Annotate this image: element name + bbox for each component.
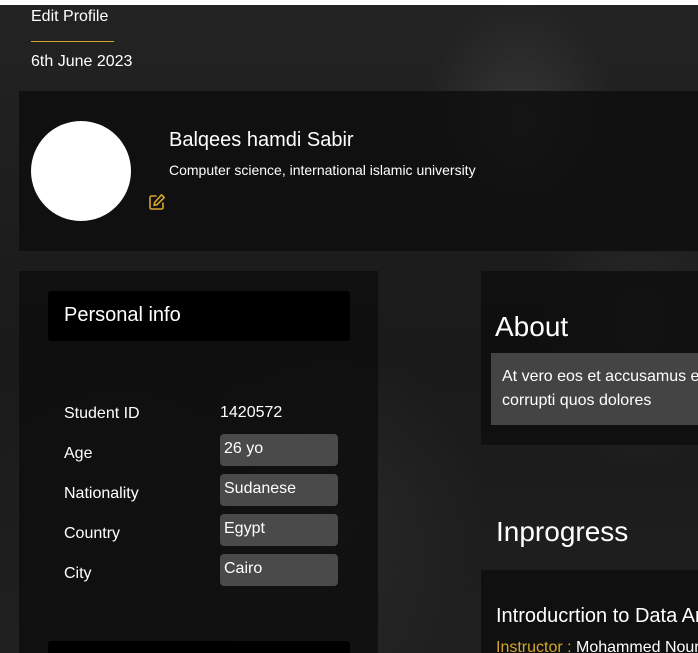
about-text-box: At vero eos et accusamus e corrupti quos… — [491, 353, 698, 425]
personal-info-panel: Personal info Student ID 1420572 Age 26 … — [19, 271, 378, 653]
instructor-name: Mohammed Nour — [571, 639, 698, 653]
top-bar — [0, 0, 698, 5]
profile-subtitle: Computer science, international islamic … — [169, 162, 476, 178]
page-title: Edit Profile — [31, 8, 109, 25]
about-text-line2: corrupti quos dolores — [502, 392, 652, 409]
course-instructor: Instructor : Mohammed Nour — [496, 639, 698, 653]
student-id-value: 1420572 — [220, 404, 283, 421]
next-section-header — [48, 641, 350, 653]
course-title[interactable]: Introducrtion to Data Ar — [496, 605, 698, 628]
instructor-label: Instructor : — [496, 639, 572, 653]
city-field[interactable]: Cairo — [220, 554, 338, 586]
about-text: At vero eos et accusamus e corrupti quos… — [502, 365, 698, 413]
country-field[interactable]: Egypt — [220, 514, 338, 546]
profile-card: Balqees hamdi Sabir Computer science, in… — [19, 91, 698, 251]
profile-name: Balqees hamdi Sabir — [169, 129, 354, 151]
about-text-line1: At vero eos et accusamus e — [502, 368, 698, 385]
personal-info-header: Personal info — [48, 291, 350, 341]
about-title: About — [495, 311, 569, 342]
avatar[interactable] — [31, 121, 131, 221]
about-panel: About At vero eos et accusamus e corrupt… — [481, 271, 698, 445]
age-label: Age — [64, 445, 93, 462]
page-date: 6th June 2023 — [31, 53, 133, 70]
age-field[interactable]: 26 yo — [220, 434, 338, 466]
personal-info-title: Personal info — [64, 304, 181, 326]
title-underline — [31, 41, 114, 42]
city-label: City — [64, 565, 92, 582]
student-id-label: Student ID — [64, 405, 140, 422]
profile-page: Edit Profile 6th June 2023 Balqees hamdi… — [0, 0, 698, 653]
edit-icon[interactable] — [148, 193, 166, 211]
course-card[interactable]: Introducrtion to Data Ar Instructor : Mo… — [481, 570, 698, 653]
country-label: Country — [64, 525, 121, 542]
nationality-label: Nationality — [64, 485, 139, 502]
inprogress-title: Inprogress — [496, 516, 629, 547]
nationality-field[interactable]: Sudanese — [220, 474, 338, 506]
